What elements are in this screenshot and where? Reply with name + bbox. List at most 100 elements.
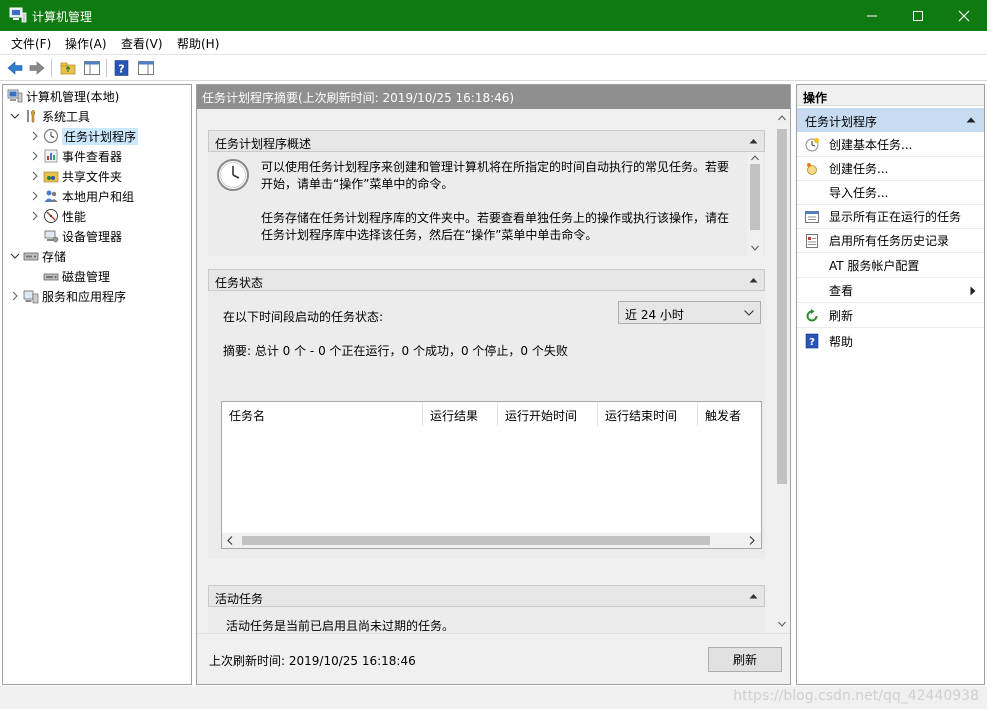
action-create-task[interactable]: 创建任务... bbox=[797, 157, 984, 181]
create-task-icon bbox=[807, 162, 817, 175]
summary-header: 任务计划程序摘要(上次刷新时间: 2019/10/25 16:18:46) bbox=[197, 85, 790, 109]
device-manager-icon bbox=[44, 230, 59, 243]
show-hide-action-pane-icon[interactable] bbox=[137, 59, 155, 77]
close-icon bbox=[958, 10, 970, 21]
actions-pane: 操作 任务计划程序 创建基本任务... 创建任务... 导入任务... 显示所有… bbox=[796, 84, 985, 685]
computer-management-icon bbox=[9, 7, 27, 23]
toolbar: ? bbox=[0, 54, 987, 81]
chevron-down-icon[interactable] bbox=[778, 621, 786, 627]
refresh-button[interactable]: 刷新 bbox=[708, 647, 782, 672]
menu-help[interactable]: 帮助(H) bbox=[177, 35, 219, 52]
table-horizontal-scrollbar[interactable] bbox=[222, 533, 761, 548]
close-button[interactable] bbox=[941, 0, 987, 31]
chevron-left-icon[interactable] bbox=[227, 536, 233, 545]
shared-folder-icon bbox=[43, 171, 59, 183]
chevron-right-icon[interactable] bbox=[29, 130, 41, 142]
active-tasks-description: 活动任务是当前已启用且尚未过期的任务。 bbox=[226, 619, 455, 633]
tree-item-services-apps[interactable]: 服务和应用程序 bbox=[9, 286, 126, 306]
computer-management-icon bbox=[7, 89, 23, 103]
status-period-dropdown[interactable]: 近 24 小时 bbox=[618, 301, 761, 324]
tree-item-event-viewer[interactable]: 事件查看器 bbox=[29, 146, 122, 166]
tree-item-task-scheduler[interactable]: 任务计划程序 bbox=[29, 126, 139, 146]
disk-icon bbox=[43, 273, 59, 281]
title-bar: 计算机管理 bbox=[0, 0, 987, 31]
tree-label: 共享文件夹 bbox=[62, 169, 123, 184]
chevron-right-icon[interactable] bbox=[29, 190, 41, 202]
overview-section-header[interactable]: 任务计划程序概述 bbox=[208, 130, 765, 152]
menu-action[interactable]: 操作(A) bbox=[65, 35, 107, 52]
action-label: AT 服务帐户配置 bbox=[829, 259, 920, 273]
menu-bar: 文件(F) 操作(A) 查看(V) 帮助(H) bbox=[0, 31, 987, 54]
active-tasks-section-header[interactable]: 活动任务 bbox=[208, 585, 765, 607]
column-header-run-result[interactable]: 运行结果 bbox=[423, 402, 498, 426]
menu-view[interactable]: 查看(V) bbox=[121, 35, 163, 52]
chevron-down-icon[interactable] bbox=[9, 250, 21, 262]
running-tasks-icon bbox=[805, 210, 819, 223]
collapse-icon[interactable] bbox=[966, 117, 976, 123]
section-title: 活动任务 bbox=[215, 592, 264, 606]
action-enable-task-history[interactable]: 启用所有任务历史记录 bbox=[797, 229, 984, 253]
column-header-run-end[interactable]: 运行结束时间 bbox=[598, 402, 698, 426]
tree-item-local-users[interactable]: 本地用户和组 bbox=[29, 186, 134, 206]
chevron-down-icon[interactable] bbox=[9, 110, 21, 122]
back-arrow-icon[interactable] bbox=[6, 59, 24, 77]
status-summary: 摘要: 总计 0 个 - 0 个正在运行，0 个成功，0 个停止，0 个失败 bbox=[223, 344, 568, 358]
chevron-right-icon[interactable] bbox=[29, 170, 41, 182]
action-help[interactable]: ? 帮助 bbox=[797, 329, 984, 353]
forward-arrow-icon[interactable] bbox=[28, 59, 46, 77]
action-at-service-config[interactable]: AT 服务帐户配置 bbox=[797, 254, 984, 278]
tree-item-root[interactable]: 计算机管理(本地) bbox=[7, 86, 119, 106]
tree-label: 系统工具 bbox=[42, 109, 91, 124]
column-header-run-start[interactable]: 运行开始时间 bbox=[498, 402, 598, 426]
actions-header: 操作 bbox=[797, 85, 984, 106]
chevron-right-icon[interactable] bbox=[9, 290, 21, 302]
tree-label: 服务和应用程序 bbox=[42, 289, 127, 304]
tree-item-shared-folders[interactable]: 共享文件夹 bbox=[29, 166, 122, 186]
tree-item-storage[interactable]: 存储 bbox=[9, 246, 66, 266]
action-label: 创建基本任务... bbox=[829, 138, 913, 152]
collapse-icon[interactable] bbox=[749, 593, 758, 599]
up-folder-icon[interactable] bbox=[59, 59, 77, 77]
chevron-up-icon[interactable] bbox=[778, 115, 786, 121]
status-period-label: 在以下时间段启动的任务状态: bbox=[223, 310, 384, 324]
column-header-triggered-by[interactable]: 触发者 bbox=[698, 402, 761, 426]
chevron-right-icon[interactable] bbox=[749, 536, 755, 545]
help-icon[interactable]: ? bbox=[113, 59, 131, 77]
navigation-tree: 计算机管理(本地) 系统工具 任务计划程序 事件查看器 共享文件夹 本地用户和组… bbox=[2, 84, 192, 685]
show-hide-tree-icon[interactable] bbox=[83, 59, 101, 77]
svg-text:?: ? bbox=[118, 63, 124, 76]
dropdown-value: 近 24 小时 bbox=[625, 308, 684, 322]
overview-scrollbar[interactable] bbox=[747, 152, 763, 256]
action-label: 启用所有任务历史记录 bbox=[829, 234, 950, 248]
tree-item-disk-management[interactable]: 磁盘管理 bbox=[41, 266, 110, 286]
chevron-right-icon[interactable] bbox=[29, 210, 41, 222]
tree-item-device-manager[interactable]: 设备管理器 bbox=[41, 226, 122, 246]
column-header-task-name[interactable]: 任务名 bbox=[222, 402, 423, 426]
action-create-basic-task[interactable]: 创建基本任务... bbox=[797, 133, 984, 157]
overview-line-4: 任务计划程序库中选择该任务，然后在“操作”菜单中单击命令。 bbox=[261, 228, 598, 242]
performance-icon bbox=[44, 209, 58, 223]
tree-item-system-tools[interactable]: 系统工具 bbox=[9, 106, 90, 126]
action-import-task[interactable]: 导入任务... bbox=[797, 181, 984, 205]
menu-file[interactable]: 文件(F) bbox=[11, 35, 51, 52]
collapse-icon[interactable] bbox=[749, 277, 758, 283]
action-refresh[interactable]: 刷新 bbox=[797, 304, 984, 328]
actions-subheader[interactable]: 任务计划程序 bbox=[797, 108, 984, 132]
action-label: 查看 bbox=[829, 284, 854, 298]
action-show-running-tasks[interactable]: 显示所有正在运行的任务 bbox=[797, 205, 984, 229]
task-status-section: 任务状态 在以下时间段启动的任务状态: 近 24 小时 摘要: 总计 0 个 -… bbox=[208, 269, 765, 559]
summary-pane: 任务计划程序摘要(上次刷新时间: 2019/10/25 16:18:46) 任务… bbox=[196, 84, 791, 685]
chevron-right-icon[interactable] bbox=[29, 150, 41, 162]
summary-vertical-scrollbar[interactable] bbox=[774, 109, 790, 633]
submenu-arrow-icon bbox=[970, 286, 976, 296]
svg-text:?: ? bbox=[809, 337, 815, 348]
maximize-button[interactable] bbox=[895, 0, 941, 31]
task-status-section-header[interactable]: 任务状态 bbox=[208, 269, 765, 291]
tree-item-performance[interactable]: 性能 bbox=[29, 206, 86, 226]
minimize-button[interactable] bbox=[849, 0, 895, 31]
action-view[interactable]: 查看 bbox=[797, 279, 984, 303]
tree-label: 设备管理器 bbox=[62, 229, 123, 244]
storage-icon bbox=[23, 252, 39, 261]
collapse-icon[interactable] bbox=[749, 138, 758, 144]
users-icon bbox=[44, 190, 58, 202]
